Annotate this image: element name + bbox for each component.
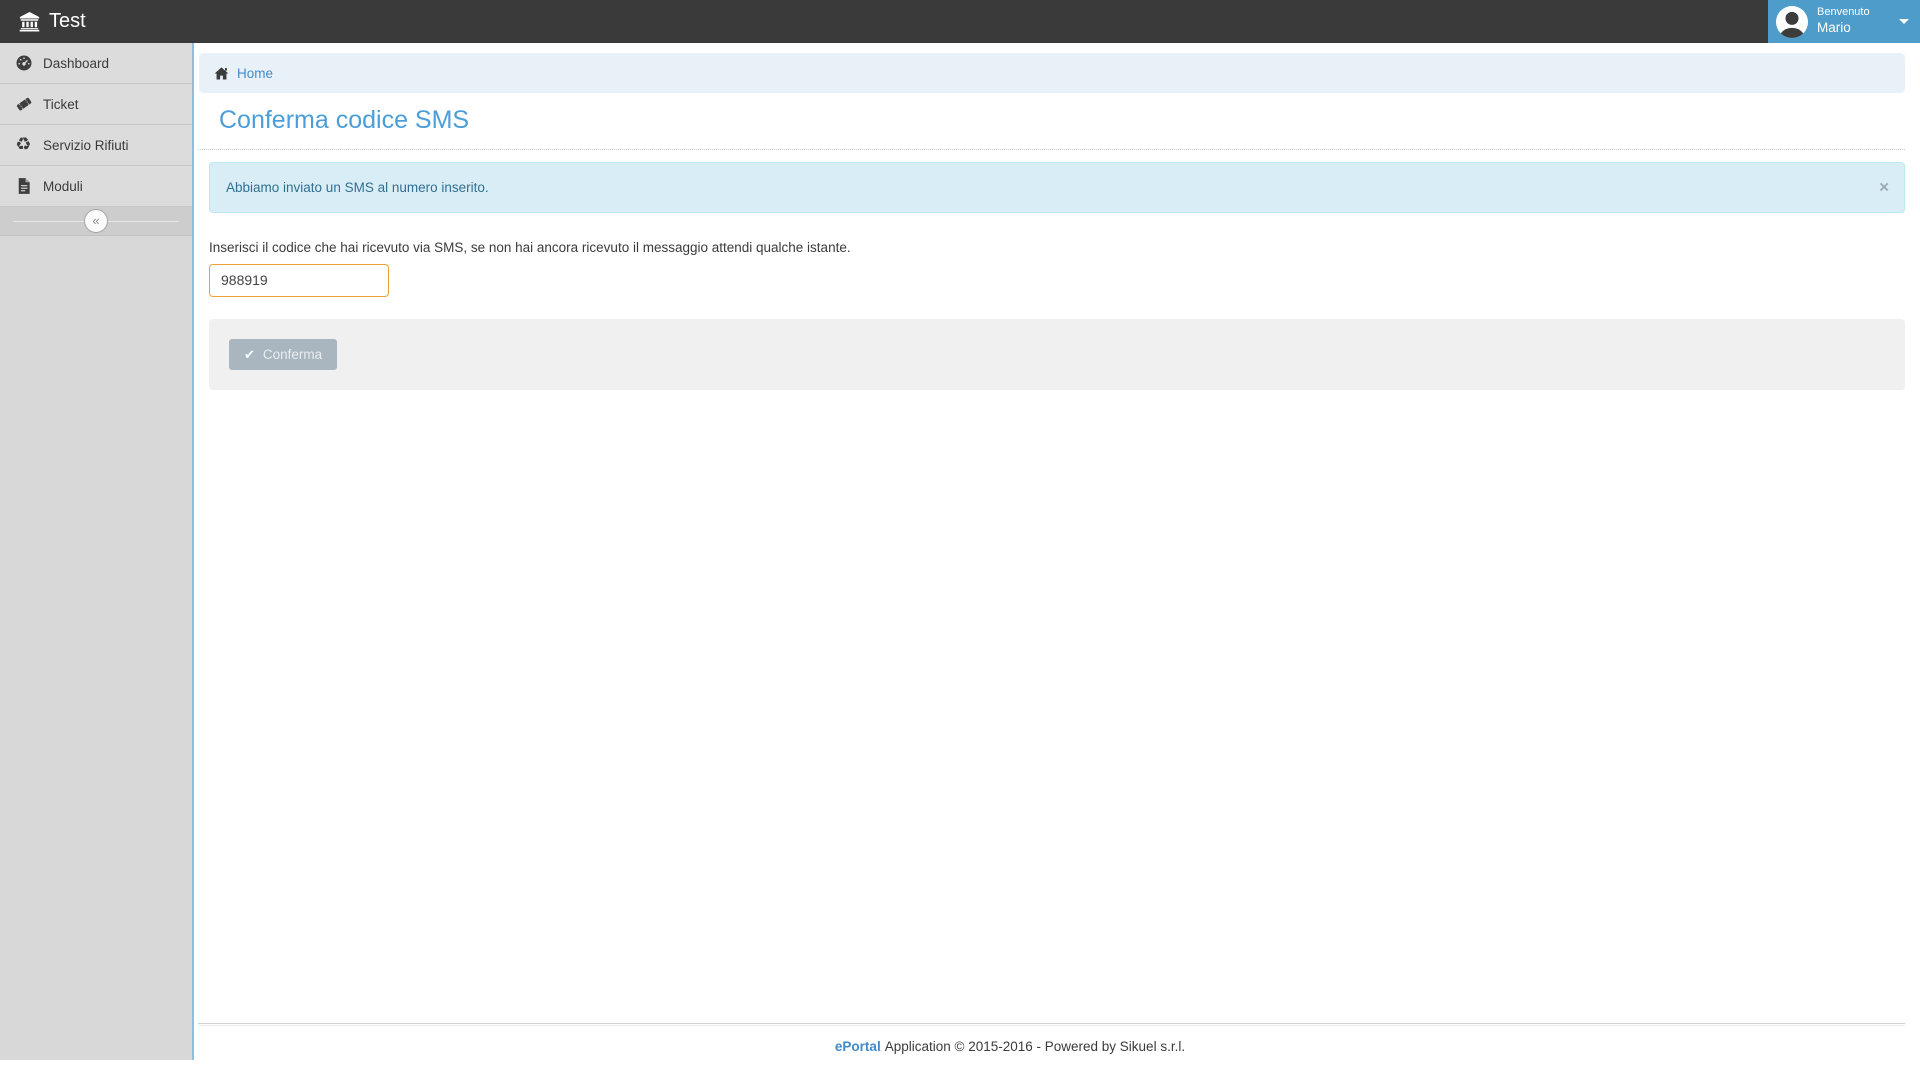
sidebar-item-moduli[interactable]: Moduli <box>0 166 192 207</box>
close-icon[interactable]: × <box>1879 179 1889 196</box>
sms-code-input[interactable] <box>209 264 389 297</box>
dashboard-gauge-icon <box>14 54 33 73</box>
confirm-button-label: Conferma <box>263 347 322 362</box>
content-spacer <box>194 390 1920 1023</box>
user-menu[interactable]: Benvenuto Mario <box>1768 0 1920 43</box>
ticket-icon <box>14 95 33 114</box>
user-name: Mario <box>1817 20 1870 37</box>
breadcrumb-home-link[interactable]: Home <box>237 66 273 81</box>
footer: ePortal Application © 2015-2016 - Powered… <box>194 1039 1920 1054</box>
recycle-icon: ♻ <box>14 136 33 155</box>
home-icon <box>214 66 229 81</box>
sidebar-collapse-row: « <box>0 207 192 236</box>
person-avatar-icon <box>1776 6 1808 38</box>
document-icon <box>14 177 33 196</box>
sidebar-item-servizio-rifiuti[interactable]: ♻ Servizio Rifiuti <box>0 125 192 166</box>
info-alert: Abbiamo inviato un SMS al numero inserit… <box>209 162 1905 213</box>
app-brand: Test <box>0 0 106 43</box>
sidebar-empty-area <box>0 236 192 1060</box>
alert-message: Abbiamo inviato un SMS al numero inserit… <box>226 180 489 195</box>
sidebar-item-label: Dashboard <box>43 56 109 71</box>
check-icon: ✔ <box>244 348 255 361</box>
app-body: Dashboard Ticket ♻ Servizio Rifiuti <box>0 43 1920 1060</box>
sidebar-item-label: Moduli <box>43 179 83 194</box>
chevron-down-icon <box>1899 19 1909 24</box>
user-greeting: Benvenuto <box>1817 6 1870 20</box>
main-content: Home Conferma codice SMS Abbiamo inviato… <box>192 43 1920 1060</box>
instruction-text: Inserisci il codice che hai ricevuto via… <box>209 240 1905 255</box>
page-title: Conferma codice SMS <box>219 106 1905 135</box>
breadcrumb: Home <box>199 53 1905 93</box>
sidebar-item-ticket[interactable]: Ticket <box>0 84 192 125</box>
footer-text: Application © 2015-2016 - Powered by Sik… <box>885 1039 1185 1054</box>
sidebar-item-label: Ticket <box>43 97 79 112</box>
user-welcome: Benvenuto Mario <box>1817 6 1870 37</box>
sidebar-collapse-button[interactable]: « <box>84 209 108 233</box>
footer-brand-link[interactable]: ePortal <box>835 1039 881 1054</box>
title-divider <box>198 149 1905 150</box>
footer-divider <box>198 1023 1905 1026</box>
bank-icon <box>19 11 40 32</box>
top-navbar: Test Benvenuto Mario <box>0 0 1920 43</box>
app-title: Test <box>49 10 86 33</box>
confirm-button[interactable]: ✔ Conferma <box>229 339 337 370</box>
sidebar-item-label: Servizio Rifiuti <box>43 138 129 153</box>
sidebar: Dashboard Ticket ♻ Servizio Rifiuti <box>0 43 192 1060</box>
action-panel: ✔ Conferma <box>209 319 1905 390</box>
sidebar-item-dashboard[interactable]: Dashboard <box>0 43 192 84</box>
